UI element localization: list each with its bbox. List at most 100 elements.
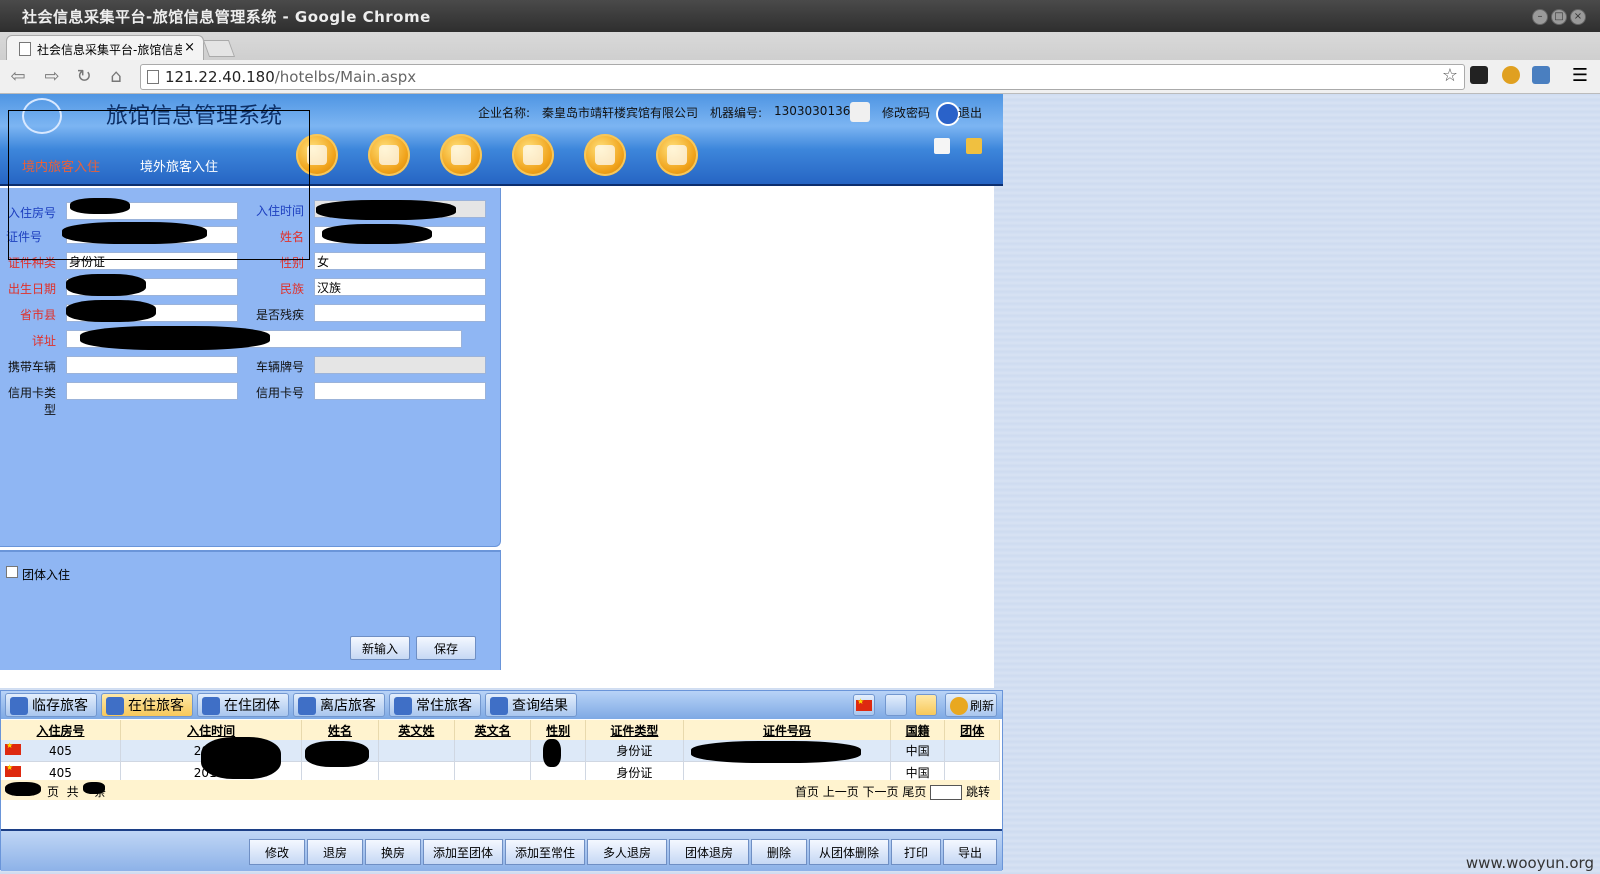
globe-icon[interactable] (885, 694, 907, 716)
cell-room: 405 (1, 740, 121, 762)
ethnic-label: 民族 (279, 282, 304, 296)
close-window-icon[interactable]: × (1570, 9, 1586, 25)
page-icon (19, 42, 31, 56)
redaction-mark (316, 200, 456, 220)
cookie-icon[interactable] (1502, 66, 1520, 84)
window-titlebar: 社会信息采集平台-旅馆信息管理系统 - Google Chrome – □ × (0, 0, 1600, 32)
window-title: 社会信息采集平台-旅馆信息管理系统 - Google Chrome (22, 8, 431, 26)
disabled-input[interactable] (314, 304, 486, 322)
tab-query-results[interactable]: 查询结果 (485, 693, 577, 717)
watermark: www.wooyun.org (1465, 854, 1594, 872)
export-button[interactable]: 导出 (943, 839, 997, 865)
url-text: 121.22.40.180/hotelbs/Main.aspx (165, 68, 417, 86)
group-checkout-button[interactable]: 团体退房 (669, 839, 749, 865)
tab-resident-guests[interactable]: 常住旅客 (389, 693, 481, 717)
redaction-mark (691, 741, 861, 763)
pencil-icon[interactable] (850, 102, 870, 122)
card-type-label: 信用卡类型 (7, 386, 56, 417)
redaction-mark (305, 741, 369, 767)
province-label: 省市县 (19, 308, 56, 322)
card-no-input[interactable] (314, 382, 486, 400)
browser-tab[interactable]: 社会信息采集平台-旅馆信息 × (6, 35, 204, 61)
col-header[interactable]: 性别 (530, 720, 586, 740)
logout-link[interactable]: 退出 (958, 104, 982, 121)
vehicle-input[interactable] (66, 356, 238, 374)
cell-nationality: 中国 (890, 740, 946, 762)
reload-icon[interactable]: ↻ (72, 66, 96, 88)
refresh-button[interactable]: 刷新 (945, 693, 997, 717)
change-room-button[interactable]: 换房 (365, 839, 421, 865)
col-header[interactable]: 入住时间 (120, 720, 303, 740)
back-icon[interactable]: ⇦ (6, 66, 30, 88)
redaction-mark (66, 274, 146, 296)
page-jump-input[interactable] (930, 785, 963, 800)
machine-label: 机器编号: (710, 106, 763, 120)
col-header[interactable]: 团体 (944, 720, 1000, 740)
col-header[interactable]: 国籍 (890, 720, 946, 740)
ethnic-input[interactable]: 汉族 (314, 278, 486, 296)
col-header[interactable]: 入住房号 (1, 720, 121, 740)
remove-from-group-button[interactable]: 从团体删除 (809, 839, 889, 865)
address-bar[interactable]: 121.22.40.180/hotelbs/Main.aspx ☆ (140, 64, 1465, 90)
house-settings-icon[interactable] (584, 134, 626, 176)
pager-controls[interactable]: 首页 上一页 下一页 尾页 跳转 (795, 783, 990, 800)
save-button[interactable]: 保存 (416, 636, 476, 660)
user-icon[interactable] (512, 134, 554, 176)
tab-current-guests[interactable]: 在住旅客 (101, 693, 193, 717)
tab-close-icon[interactable]: × (184, 40, 195, 55)
redaction-mark (66, 300, 156, 322)
change-password-link[interactable]: 修改密码 (882, 104, 930, 121)
extension-icon[interactable] (1470, 66, 1488, 84)
redaction-mark (80, 326, 270, 350)
home-edit-icon[interactable] (934, 138, 950, 154)
group-panel: 团体入住 新输入 保存 (0, 550, 501, 670)
print-button[interactable]: 打印 (891, 839, 941, 865)
machine-id: 1303030136 (774, 104, 851, 118)
badge-icon[interactable] (966, 138, 982, 154)
tab-departed-guests[interactable]: 离店旅客 (293, 693, 385, 717)
col-header[interactable]: 英文名 (454, 720, 532, 740)
card-type-input[interactable] (66, 382, 238, 400)
add-to-resident-button[interactable]: 添加至常住 (505, 839, 585, 865)
jump-link[interactable]: 跳转 (966, 785, 990, 799)
col-header[interactable]: 证件号码 (683, 720, 891, 740)
logout-icon[interactable] (936, 102, 960, 126)
table-header-row: 入住房号 入住时间 姓名 英文姓 英文名 性别 证件类型 证件号码 国籍 团体 (1, 720, 1000, 740)
extension-icon[interactable] (1532, 66, 1550, 84)
edit-icon[interactable] (440, 134, 482, 176)
home-icon[interactable]: ⌂ (104, 66, 128, 88)
menu-icon[interactable]: ☰ (1572, 65, 1588, 86)
col-header[interactable]: 英文姓 (378, 720, 455, 740)
page-viewport: 旅馆信息管理系统 企业名称: 秦皇岛市靖轩楼宾馆有限公司 机器编号: 13030… (0, 94, 1600, 874)
guest-tabs-bar: 临存旅客 在住旅客 在住团体 离店旅客 常住旅客 查询结果 刷新 (1, 691, 1002, 719)
gender-input[interactable]: 女 (314, 252, 486, 270)
guest-list-panel: 临存旅客 在住旅客 在住团体 离店旅客 常住旅客 查询结果 刷新 入住房号 入住… (0, 690, 1003, 871)
new-tab-button[interactable] (202, 40, 236, 57)
checkout-button[interactable]: 退房 (307, 839, 363, 865)
plate-label: 车辆牌号 (255, 360, 304, 374)
maximize-icon[interactable]: □ (1551, 9, 1567, 25)
plate-input[interactable] (314, 356, 486, 374)
tab-current-groups[interactable]: 在住团体 (197, 693, 289, 717)
multi-checkout-button[interactable]: 多人退房 (587, 839, 667, 865)
shield-icon[interactable] (915, 694, 937, 716)
minimize-icon[interactable]: – (1532, 9, 1548, 25)
edit-button[interactable]: 修改 (249, 839, 305, 865)
search-icon[interactable] (368, 134, 410, 176)
bookmark-star-icon[interactable]: ☆ (1442, 65, 1458, 86)
forward-icon[interactable]: ⇨ (40, 66, 64, 88)
new-input-button[interactable]: 新输入 (350, 636, 410, 660)
browser-toolbar: ⇦ ⇨ ↻ ⌂ 121.22.40.180/hotelbs/Main.aspx … (0, 60, 1600, 94)
tab-temp-guests[interactable]: 临存旅客 (5, 693, 97, 717)
add-to-group-button[interactable]: 添加至团体 (423, 839, 503, 865)
china-flag-icon[interactable] (853, 694, 875, 716)
group-checkin-checkbox[interactable] (6, 566, 18, 578)
redaction-mark (83, 782, 105, 794)
group-checkin-label: 团体入住 (22, 568, 71, 582)
col-header[interactable]: 姓名 (301, 720, 379, 740)
delete-button[interactable]: 删除 (751, 839, 807, 865)
disabled-label: 是否残疾 (255, 308, 304, 322)
col-header[interactable]: 证件类型 (585, 720, 684, 740)
help-icon[interactable] (656, 134, 698, 176)
browser-tab-title: 社会信息采集平台-旅馆信息 (37, 43, 182, 57)
